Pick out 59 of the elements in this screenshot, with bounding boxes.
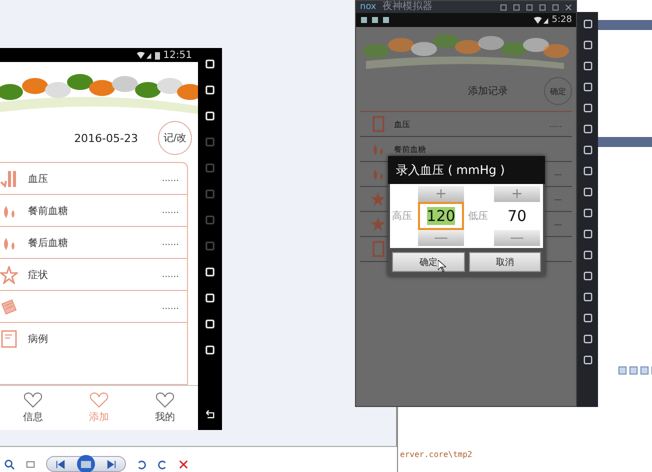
previous-icon[interactable] (55, 458, 66, 470)
record-label: 餐前血糖 (28, 204, 68, 218)
header-bar (598, 137, 652, 147)
status-time: 5:28 (552, 15, 572, 25)
record-row[interactable]: 餐前血糖 ...... (0, 195, 187, 227)
record-value: ..... (549, 120, 562, 128)
fit-icon[interactable] (25, 458, 36, 470)
picker-label: 低压 (468, 210, 489, 223)
record-row[interactable]: 血压 ..... (360, 112, 572, 137)
next-icon[interactable] (106, 458, 117, 470)
record-value: ...... (162, 302, 179, 312)
console-path: erver.core\tmp2 (400, 450, 472, 459)
record-value: ...... (162, 206, 179, 216)
record-row[interactable]: ...... (0, 291, 187, 323)
dialog-button[interactable]: 取消 (468, 252, 541, 272)
wifi-signal-icon (532, 16, 549, 24)
dialog-title: 录入血压 ( mmHg ) (388, 156, 545, 184)
record-row[interactable]: 病例 (0, 323, 187, 354)
app-logo: nox (360, 2, 376, 12)
number-field[interactable]: 120 (418, 202, 464, 230)
header-bar (598, 20, 652, 30)
record-value: — (554, 170, 562, 178)
document-icon (0, 330, 18, 348)
record-row[interactable]: 血压 ...... (0, 163, 187, 195)
record-row[interactable]: 餐后血糖 ...... (0, 227, 187, 259)
mouse-cursor-icon (438, 260, 446, 272)
record-row[interactable]: 症状 ...... (0, 259, 187, 291)
dialog-button[interactable]: 确定 (392, 252, 464, 272)
window-title: 夜神模拟器 (382, 2, 432, 12)
record-value: ...... (162, 238, 179, 248)
zoom-icon[interactable] (4, 458, 15, 470)
slideshow-icon[interactable] (76, 454, 96, 472)
record-label: 血压 (28, 172, 48, 186)
record-label: 症状 (28, 268, 48, 282)
wifi-signal-icon (136, 50, 152, 60)
record-label: 餐后血糖 (28, 236, 68, 250)
edit-button[interactable]: 记/改 (158, 121, 192, 155)
document-icon (370, 241, 386, 257)
heart-icon (89, 392, 109, 408)
star-icon (370, 191, 386, 207)
record-value: — (554, 194, 562, 204)
picker-label: 高压 (392, 210, 413, 223)
status-time: 12:51 (163, 50, 192, 60)
record-label: 血压 (394, 118, 410, 130)
number-field[interactable]: 70 (494, 202, 540, 230)
record-label: 餐前血糖 (394, 144, 426, 154)
rotate-right-icon[interactable] (157, 458, 168, 470)
page-title: 添加记录 (468, 84, 508, 98)
close-icon[interactable] (565, 4, 572, 10)
record-value: ...... (162, 174, 179, 184)
star-icon (0, 266, 18, 284)
rotate-left-icon[interactable] (136, 458, 147, 470)
record-value: ...... (162, 270, 179, 280)
record-label: 病例 (28, 332, 48, 346)
record-value: — (554, 220, 562, 228)
date-label: 2016-05-23 (74, 132, 138, 144)
heart-icon (23, 392, 43, 408)
heart-icon (155, 392, 175, 408)
delete-icon[interactable] (178, 458, 189, 470)
